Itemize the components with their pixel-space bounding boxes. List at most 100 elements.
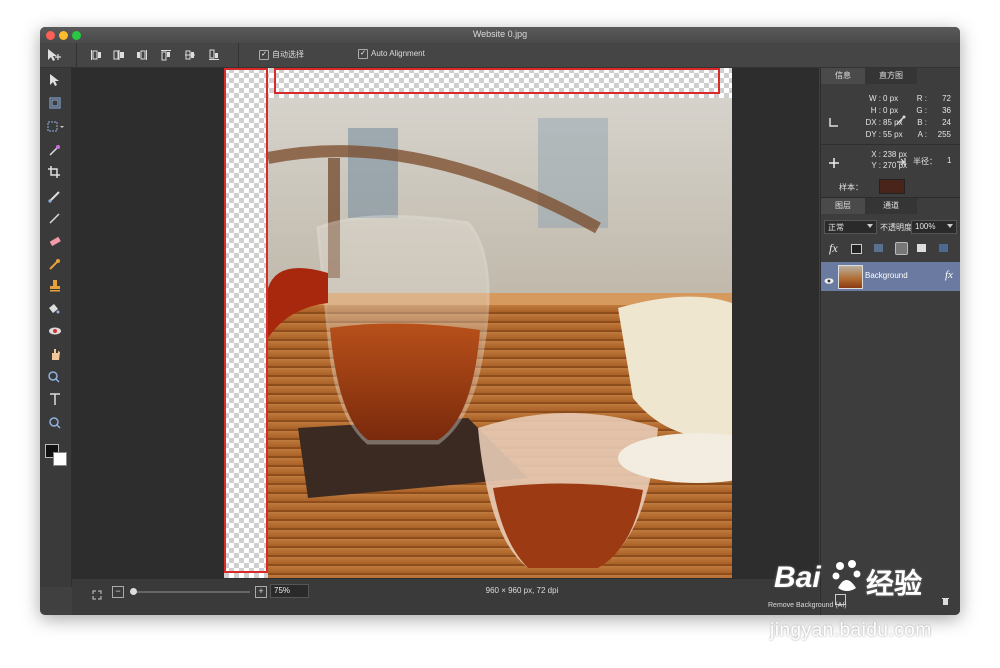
auto-alignment-checkbox[interactable]: ✓ Auto Alignment: [358, 49, 425, 59]
layer-style-icon[interactable]: [895, 242, 908, 255]
window-title: Website 0.jpg: [472, 29, 528, 39]
paw-logo-icon: [832, 558, 862, 594]
title-bar: Website 0.jpg: [40, 27, 960, 43]
w-value: 0 px: [883, 94, 899, 103]
magnifier-icon[interactable]: [46, 416, 64, 432]
h-label: H :: [870, 106, 881, 115]
left-transparent-strip-highlight: [224, 68, 268, 573]
status-bar: − + 75% 960 × 960 px, 72 dpi: [72, 578, 819, 615]
g-value: 36: [942, 106, 951, 115]
zoom-field[interactable]: 75%: [270, 584, 309, 598]
app-window: Website 0.jpg ✓ 自动选择 ✓ Auto Alignment − …: [40, 27, 960, 615]
canvas-area[interactable]: [72, 68, 819, 578]
blend-mode-select[interactable]: 正常: [824, 220, 877, 234]
checkmark-icon: ✓: [259, 49, 269, 60]
text-tool-icon[interactable]: [46, 392, 64, 408]
auto-select-label: 自动选择: [272, 50, 304, 59]
x-label: X :: [871, 150, 881, 159]
align-vcenter-icon[interactable]: [184, 48, 196, 60]
r-value: 72: [942, 94, 951, 103]
smudge-tool-icon[interactable]: [46, 347, 64, 363]
crop-tool-icon[interactable]: [46, 165, 64, 181]
info-divider: [821, 144, 960, 145]
align-top-icon[interactable]: [160, 48, 172, 61]
tab-layers[interactable]: 图层: [821, 198, 865, 214]
a-value: 255: [937, 130, 951, 139]
zoom-slider[interactable]: [130, 591, 250, 593]
radius-value: 1: [947, 156, 952, 165]
align-hcenter-icon[interactable]: [113, 48, 125, 60]
watermark-brand-right: 经验: [866, 568, 923, 599]
marquee-tool-icon[interactable]: [46, 120, 64, 136]
radius-arrow-icon: [896, 154, 906, 166]
magic-wand-icon[interactable]: [46, 143, 64, 159]
dy-value: 55 px: [883, 130, 903, 139]
watermark-url: jingyan.baidu.com: [770, 620, 932, 641]
toolbar-divider: [238, 43, 239, 67]
auto-select-checkbox[interactable]: ✓ 自动选择: [259, 49, 304, 60]
red-eye-icon[interactable]: [46, 324, 64, 340]
document-info: 960 × 960 px, 72 dpi: [485, 586, 559, 595]
eyedropper-tool-icon[interactable]: [46, 257, 64, 273]
crosshair-icon: [829, 155, 839, 168]
tab-histogram[interactable]: 直方图: [865, 68, 917, 84]
paint-bucket-icon[interactable]: [46, 302, 64, 318]
fx-button[interactable]: fx: [829, 241, 838, 256]
auto-alignment-label: Auto Alignment: [371, 49, 425, 59]
tab-info[interactable]: 信息: [821, 68, 865, 84]
tools-panel: [40, 68, 72, 587]
brush-tool-icon[interactable]: [46, 189, 64, 205]
stamp-tool-icon[interactable]: [46, 279, 64, 295]
sample-color-swatch[interactable]: [879, 179, 905, 194]
chevron-down-icon: [867, 224, 873, 228]
opacity-select[interactable]: 100%: [911, 220, 957, 234]
options-toolbar: ✓ 自动选择 ✓ Auto Alignment: [40, 43, 960, 68]
dx-label: DX :: [865, 118, 881, 127]
zoom-tool-icon[interactable]: [46, 370, 64, 386]
eye-visibility-icon[interactable]: [824, 272, 834, 284]
selection-size-icon: [829, 114, 839, 127]
baidu-watermark: Bai 经验 jingyan.baidu.com: [770, 558, 1000, 658]
zoom-slider-handle[interactable]: [130, 588, 137, 595]
background-color-swatch[interactable]: [53, 452, 67, 466]
move-tool-icon[interactable]: [46, 73, 64, 89]
fit-screen-icon[interactable]: [92, 587, 102, 600]
tab-channels[interactable]: 通道: [865, 198, 917, 214]
document-canvas[interactable]: [224, 68, 732, 578]
g-label: G :: [916, 106, 927, 115]
watermark-brand-left: Bai: [774, 561, 821, 594]
layer-fill-icon[interactable]: [874, 244, 883, 252]
move-tool-options-icon[interactable]: [46, 48, 62, 62]
layer-row-background[interactable]: Background fx: [821, 262, 960, 291]
align-right-icon[interactable]: [136, 48, 148, 60]
sample-label: 样本：: [839, 183, 863, 192]
dy-label: DY :: [865, 130, 881, 139]
right-panel: 信息 直方图 W : 0 px H : 0 px DX : 85 px DY :…: [820, 68, 960, 615]
r-label: R :: [916, 94, 927, 103]
eyedropper-info-icon: [896, 112, 906, 125]
top-transparent-strip-highlight: [274, 68, 720, 94]
w-label: W :: [869, 94, 881, 103]
eraser-tool-icon[interactable]: [46, 234, 64, 250]
zoom-out-icon[interactable]: −: [112, 586, 124, 598]
pencil-tool-icon[interactable]: [46, 211, 64, 227]
align-bottom-icon[interactable]: [208, 48, 220, 60]
b-value: 24: [942, 118, 951, 127]
layer-group-icon[interactable]: [939, 244, 948, 252]
new-layer-icon[interactable]: [917, 244, 926, 252]
zoom-in-icon[interactable]: +: [255, 586, 267, 598]
opacity-value: 100%: [915, 222, 936, 231]
layer-mask-icon[interactable]: [851, 244, 862, 254]
opacity-label: 不透明度: [880, 223, 912, 232]
y-label: Y :: [871, 161, 881, 170]
toolbar-divider: [76, 43, 77, 67]
chevron-down-icon: [947, 224, 953, 228]
layer-fx-icon[interactable]: fx: [945, 269, 953, 281]
transform-tool-icon[interactable]: [46, 96, 64, 112]
layer-name: Background: [865, 271, 908, 280]
blend-mode-value: 正常: [828, 223, 844, 232]
checkmark-icon: ✓: [358, 49, 368, 59]
radius-label: 半径：: [913, 157, 937, 166]
align-left-icon[interactable]: [90, 48, 102, 60]
layer-thumbnail: [838, 265, 863, 289]
